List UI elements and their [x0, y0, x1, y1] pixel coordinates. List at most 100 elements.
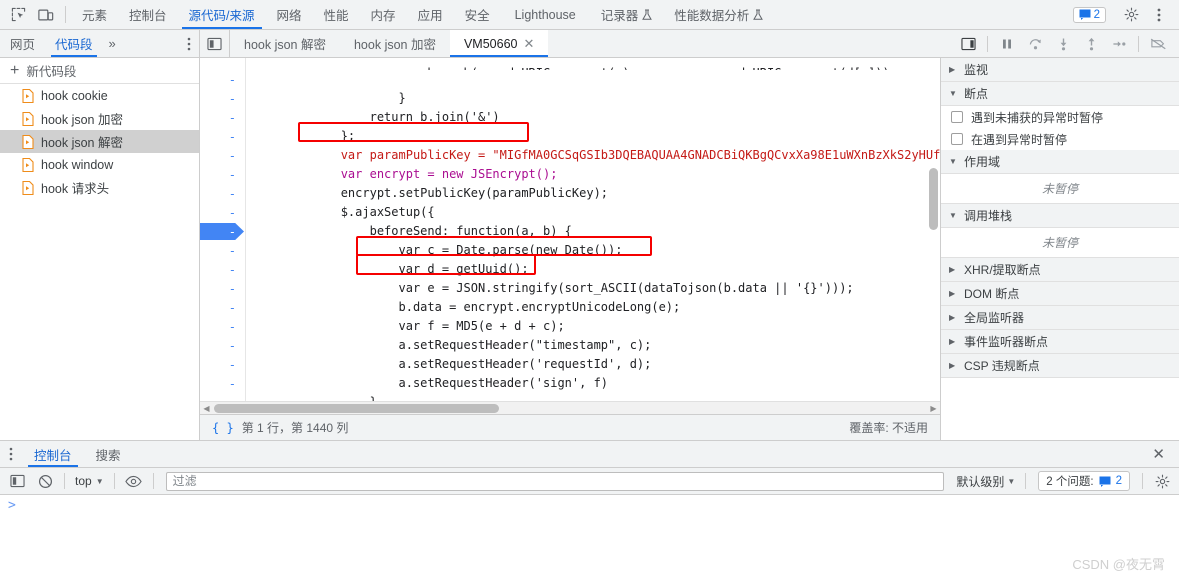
- navigator-more-icon[interactable]: [179, 30, 199, 57]
- gutter-line[interactable]: -: [200, 165, 245, 184]
- checkbox-pause-caught-exceptions[interactable]: 在遇到异常时暂停: [941, 128, 1179, 150]
- section-call-stack[interactable]: ▼ 调用堆栈: [941, 204, 1179, 228]
- tab-network[interactable]: 网络: [266, 0, 313, 29]
- section-global-listeners[interactable]: ▶ 全局监听器: [941, 306, 1179, 330]
- live-expression-icon[interactable]: [121, 470, 147, 492]
- tab-recorder[interactable]: 记录器: [590, 0, 664, 29]
- scroll-left-icon[interactable]: ◀: [200, 404, 213, 413]
- close-icon[interactable]: ✕: [523, 36, 534, 52]
- gutter-line[interactable]: -: [200, 241, 245, 260]
- gutter-line[interactable]: -: [200, 279, 245, 298]
- snippet-item-hook-json-encrypt[interactable]: hook json 加密: [0, 107, 199, 130]
- gutter-line[interactable]: -: [200, 298, 245, 317]
- console-filter-input[interactable]: [165, 471, 945, 491]
- scrollbar-thumb[interactable]: [214, 403, 499, 413]
- code-line: $.ajaxSetup({: [254, 184, 940, 219]
- chevron-more-icon[interactable]: »: [103, 30, 122, 57]
- step-out-icon[interactable]: [1078, 31, 1104, 57]
- gutter-line[interactable]: -: [200, 70, 245, 89]
- checkbox-icon[interactable]: [951, 111, 963, 123]
- section-watch[interactable]: ▶ 监视: [941, 58, 1179, 82]
- gutter-line[interactable]: -: [200, 355, 245, 374]
- gutter-line[interactable]: -: [200, 146, 245, 165]
- editor-tab-hook-json-encrypt[interactable]: hook json 加密: [340, 30, 450, 57]
- new-snippet-button[interactable]: + 新代码段: [0, 58, 199, 84]
- gutter-line[interactable]: -: [200, 108, 245, 127]
- console-issues-button[interactable]: 2 个问题: 2: [1038, 471, 1130, 491]
- editor-gutter[interactable]: - - - - - - - - - - - - - - - - -: [200, 58, 246, 401]
- device-toolbar-icon[interactable]: [32, 0, 60, 29]
- console-settings-gear-icon[interactable]: [1149, 470, 1175, 492]
- console-output[interactable]: > CSDN @夜无霄: [0, 495, 1179, 583]
- snippet-file-icon: [22, 157, 34, 172]
- breakpoint-marker[interactable]: [200, 223, 244, 240]
- gutter-line[interactable]: -: [200, 393, 245, 402]
- tab-sources[interactable]: 源代码/来源: [178, 0, 266, 29]
- tab-performance-insights[interactable]: 性能数据分析: [663, 0, 774, 29]
- section-xhr-breakpoints[interactable]: ▶ XHR/提取断点: [941, 258, 1179, 282]
- snippet-item-hook-headers[interactable]: hook 请求头: [0, 176, 199, 199]
- drawer-tab-console[interactable]: 控制台: [22, 441, 84, 467]
- scroll-right-icon[interactable]: ▶: [927, 404, 940, 413]
- dots-vertical-icon[interactable]: [1145, 7, 1173, 23]
- gutter-line[interactable]: -: [200, 89, 245, 108]
- gutter-line[interactable]: -: [200, 336, 245, 355]
- gutter-line[interactable]: -: [200, 260, 245, 279]
- section-breakpoints[interactable]: ▼ 断点: [941, 82, 1179, 106]
- show-navigator-icon[interactable]: [200, 30, 230, 57]
- format-code-icon[interactable]: { }: [212, 421, 234, 435]
- editor-tab-vm50660[interactable]: VM50660 ✕: [449, 30, 549, 57]
- deactivate-breakpoints-icon[interactable]: [1145, 31, 1171, 57]
- checkbox-icon[interactable]: [951, 133, 963, 145]
- section-event-listener-breakpoints[interactable]: ▶ 事件监听器断点: [941, 330, 1179, 354]
- checkbox-pause-uncaught-exceptions[interactable]: 遇到未捕获的异常时暂停: [941, 106, 1179, 128]
- inspect-element-icon[interactable]: [4, 0, 32, 29]
- tab-security[interactable]: 安全: [454, 0, 501, 29]
- editor-tab-hook-json-decrypt[interactable]: hook json 解密: [230, 30, 340, 57]
- snippet-item-hook-cookie[interactable]: hook cookie: [0, 84, 199, 107]
- drawer-tab-search[interactable]: 搜索: [84, 441, 133, 467]
- step-over-icon[interactable]: [1022, 31, 1048, 57]
- clear-console-icon[interactable]: [32, 470, 58, 492]
- tab-elements[interactable]: 元素: [71, 0, 118, 29]
- show-debugger-sidebar-icon[interactable]: [955, 31, 981, 57]
- code-lines[interactable]: b.push(encodeURIComponent(p) + + encodeU…: [246, 58, 940, 401]
- gutter-line[interactable]: -: [200, 203, 245, 222]
- chevron-right-icon: ▶: [949, 265, 956, 274]
- tab-memory[interactable]: 内存: [360, 0, 407, 29]
- nav-tab-snippets[interactable]: 代码段: [45, 30, 103, 57]
- gutter-line[interactable]: -: [200, 317, 245, 336]
- step-icon[interactable]: [1106, 31, 1132, 57]
- section-dom-breakpoints[interactable]: ▶ DOM 断点: [941, 282, 1179, 306]
- section-scope[interactable]: ▼ 作用域: [941, 150, 1179, 174]
- tab-performance[interactable]: 性能: [313, 0, 360, 29]
- nav-tab-page[interactable]: 网页: [0, 30, 45, 57]
- gutter-line[interactable]: -: [200, 184, 245, 203]
- snippet-item-hook-json-decrypt[interactable]: hook json 解密: [0, 130, 199, 153]
- close-drawer-icon[interactable]: ✕: [1138, 441, 1179, 467]
- tab-application[interactable]: 应用: [407, 0, 454, 29]
- tab-console[interactable]: 控制台: [118, 0, 178, 29]
- section-csp-violation-breakpoints[interactable]: ▶ CSP 违规断点: [941, 354, 1179, 378]
- editor-horizontal-scrollbar[interactable]: ◀ ▶: [200, 401, 940, 414]
- console-context-selector[interactable]: top ▼: [71, 474, 108, 488]
- gutter-line[interactable]: [200, 58, 245, 70]
- console-toolbar: top ▼ 默认级别 ▼ 2 个问题: 2: [0, 468, 1179, 495]
- gutter-line-breakpoint[interactable]: -: [200, 222, 245, 241]
- pause-resume-icon[interactable]: [994, 31, 1020, 57]
- tab-lighthouse[interactable]: Lighthouse: [501, 0, 590, 29]
- console-input-row[interactable]: >: [0, 495, 1179, 517]
- console-sidebar-icon[interactable]: [4, 470, 30, 492]
- console-log-level-selector[interactable]: 默认级别 ▼: [952, 473, 1019, 490]
- snippet-item-hook-window[interactable]: hook window: [0, 153, 199, 176]
- tab-label: 控制台: [129, 9, 167, 23]
- code-area[interactable]: - - - - - - - - - - - - - - - - -} retu…: [200, 58, 940, 401]
- gutter-line[interactable]: -: [200, 374, 245, 393]
- step-into-icon[interactable]: [1050, 31, 1076, 57]
- gear-icon[interactable]: [1117, 7, 1145, 22]
- drawer-more-icon[interactable]: [0, 441, 22, 467]
- issues-badge[interactable]: 2: [1072, 6, 1106, 23]
- gutter-line[interactable]: -: [200, 127, 245, 146]
- editor-vertical-scrollbar[interactable]: [929, 168, 938, 230]
- section-title: 断点: [964, 87, 989, 101]
